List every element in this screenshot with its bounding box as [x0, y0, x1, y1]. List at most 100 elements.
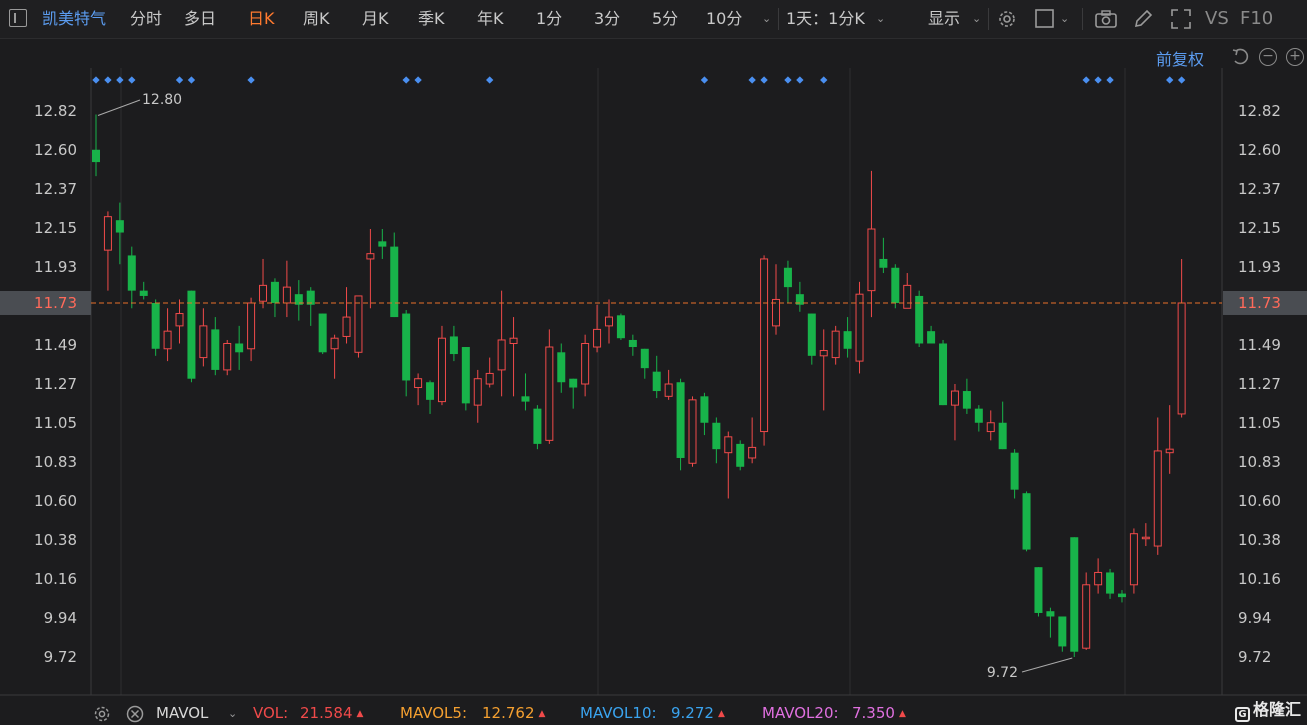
reset-rotate-icon[interactable]	[1231, 47, 1251, 67]
right-price-tick: 12.15	[1238, 219, 1281, 237]
candle-body-down	[879, 258, 888, 268]
candle	[736, 440, 745, 471]
menu-icon[interactable]	[9, 9, 27, 27]
vs-compare-button[interactable]: VS	[1205, 0, 1229, 38]
zoom-in-icon[interactable]: +	[1286, 48, 1304, 66]
candle-body-down	[891, 267, 900, 303]
candle	[187, 290, 196, 383]
candle-body-down	[127, 255, 136, 291]
indicator-chevron-icon[interactable]: ⌄	[228, 707, 237, 720]
mavol10-up-arrow-icon: ▲	[717, 709, 725, 719]
candle-body-up	[581, 342, 590, 385]
candle	[939, 339, 948, 406]
indicator-settings-gear-icon[interactable]	[92, 704, 112, 724]
right-price-tick: 12.37	[1238, 180, 1281, 198]
top-toolbar: 凯美特气 分时 多日 日K 周K 月K 季K 年K 1分 3分 5分 10分 ⌄…	[0, 0, 1307, 39]
chart-type-chevron-icon[interactable]: ⌄	[1060, 0, 1069, 38]
candle-body-up	[604, 316, 613, 327]
candle-body-down	[139, 290, 148, 296]
candle-body-down	[736, 443, 745, 467]
f10-button[interactable]: F10	[1240, 0, 1273, 38]
indicator-name[interactable]: MAVOL	[156, 704, 208, 722]
right-price-tick: 9.94	[1238, 609, 1271, 627]
tab-monthly-k[interactable]: 月K	[362, 0, 389, 38]
candle-body-down	[1046, 611, 1055, 617]
right-price-tick: 10.38	[1238, 531, 1281, 549]
right-price-tick: 11.27	[1238, 375, 1281, 393]
left-price-tick: 10.60	[34, 492, 77, 510]
stock-name[interactable]: 凯美特气	[42, 0, 106, 38]
candle-body-down	[843, 331, 852, 349]
interval-select[interactable]: 1天：1分K	[786, 0, 865, 38]
zoom-out-icon[interactable]: −	[1259, 48, 1277, 66]
candle-body-up	[1153, 450, 1162, 547]
tab-3min[interactable]: 3分	[594, 0, 620, 38]
candle-body-down	[640, 348, 649, 369]
candle-body-down	[270, 281, 279, 303]
candle-body-up	[748, 446, 757, 459]
display-chevron-icon[interactable]: ⌄	[972, 0, 981, 38]
candle-body-down	[927, 331, 936, 344]
period-more-chevron-icon[interactable]: ⌄	[762, 0, 771, 38]
candle-body-down	[974, 408, 983, 423]
candle	[545, 329, 554, 444]
right-price-tick: 12.60	[1238, 141, 1281, 159]
candle-body-up	[986, 422, 995, 433]
candle	[1034, 567, 1043, 617]
fullscreen-icon[interactable]	[1170, 8, 1192, 30]
candle	[151, 299, 160, 356]
candle-body-up	[247, 302, 256, 350]
tab-weekly-k[interactable]: 周K	[303, 0, 330, 38]
candle-body-down	[426, 382, 435, 400]
right-price-tick: 11.49	[1238, 336, 1281, 354]
right-price-tick: 10.60	[1238, 492, 1281, 510]
candle	[318, 313, 327, 355]
candle-body-up	[330, 337, 339, 350]
candle	[533, 405, 542, 450]
toolbar-divider	[1082, 8, 1083, 30]
adjust-mode-selector[interactable]: 前复权	[1156, 46, 1204, 70]
candle-body-down	[533, 408, 542, 444]
pencil-draw-icon[interactable]	[1132, 8, 1154, 30]
tab-multiday[interactable]: 多日	[184, 0, 216, 38]
candle-body-down	[1010, 452, 1019, 490]
candle-body-down	[187, 290, 196, 379]
tab-intraday[interactable]: 分时	[130, 0, 162, 38]
camera-icon[interactable]	[1094, 8, 1118, 30]
candle-body-down	[783, 267, 792, 288]
candle-body-up	[342, 316, 351, 337]
tab-daily-k[interactable]: 日K	[248, 0, 275, 38]
toolbar-divider	[988, 8, 989, 30]
tab-yearly-k[interactable]: 年K	[477, 0, 504, 38]
tab-10min[interactable]: 10分	[706, 0, 742, 38]
interval-chevron-icon[interactable]: ⌄	[876, 0, 885, 38]
candle-body-down	[962, 391, 971, 409]
candle-body-down	[378, 241, 387, 247]
candle-body-down	[569, 378, 578, 388]
settings-gear-icon[interactable]	[996, 8, 1018, 30]
left-price-tick: 12.82	[34, 102, 77, 120]
mavol20-label: MAVOL20:	[762, 704, 839, 722]
candle-body-down	[521, 396, 530, 402]
candle-body-down	[628, 339, 637, 348]
tab-quarterly-k[interactable]: 季K	[418, 0, 445, 38]
chart-type-square-icon[interactable]	[1034, 8, 1056, 30]
left-price-tick: 10.38	[34, 531, 77, 549]
mavol20-value: 7.350 ▲	[852, 704, 906, 722]
indicator-close-icon[interactable]	[125, 704, 145, 724]
candle	[891, 264, 900, 309]
candle-body-up	[819, 350, 828, 357]
tab-1min[interactable]: 1分	[536, 0, 562, 38]
left-price-tick: 11.49	[34, 336, 77, 354]
high-annotation-label: 12.80	[142, 92, 182, 108]
brand-logo-icon: G	[1234, 707, 1250, 722]
display-button[interactable]: 显示	[928, 0, 960, 38]
tab-5min[interactable]: 5分	[652, 0, 678, 38]
candlestick-chart[interactable]: 11.73 11.73 12.80 9.72 12.82 12.82 12.60 12.6…	[0, 0, 1307, 725]
candle-body-up	[664, 383, 673, 397]
right-price-tick: 12.82	[1238, 102, 1281, 120]
candle-body-up	[1082, 584, 1091, 649]
vol-up-arrow-icon: ▲	[356, 709, 364, 719]
candle-body-up	[855, 293, 864, 362]
right-price-tick: 11.05	[1238, 414, 1281, 432]
